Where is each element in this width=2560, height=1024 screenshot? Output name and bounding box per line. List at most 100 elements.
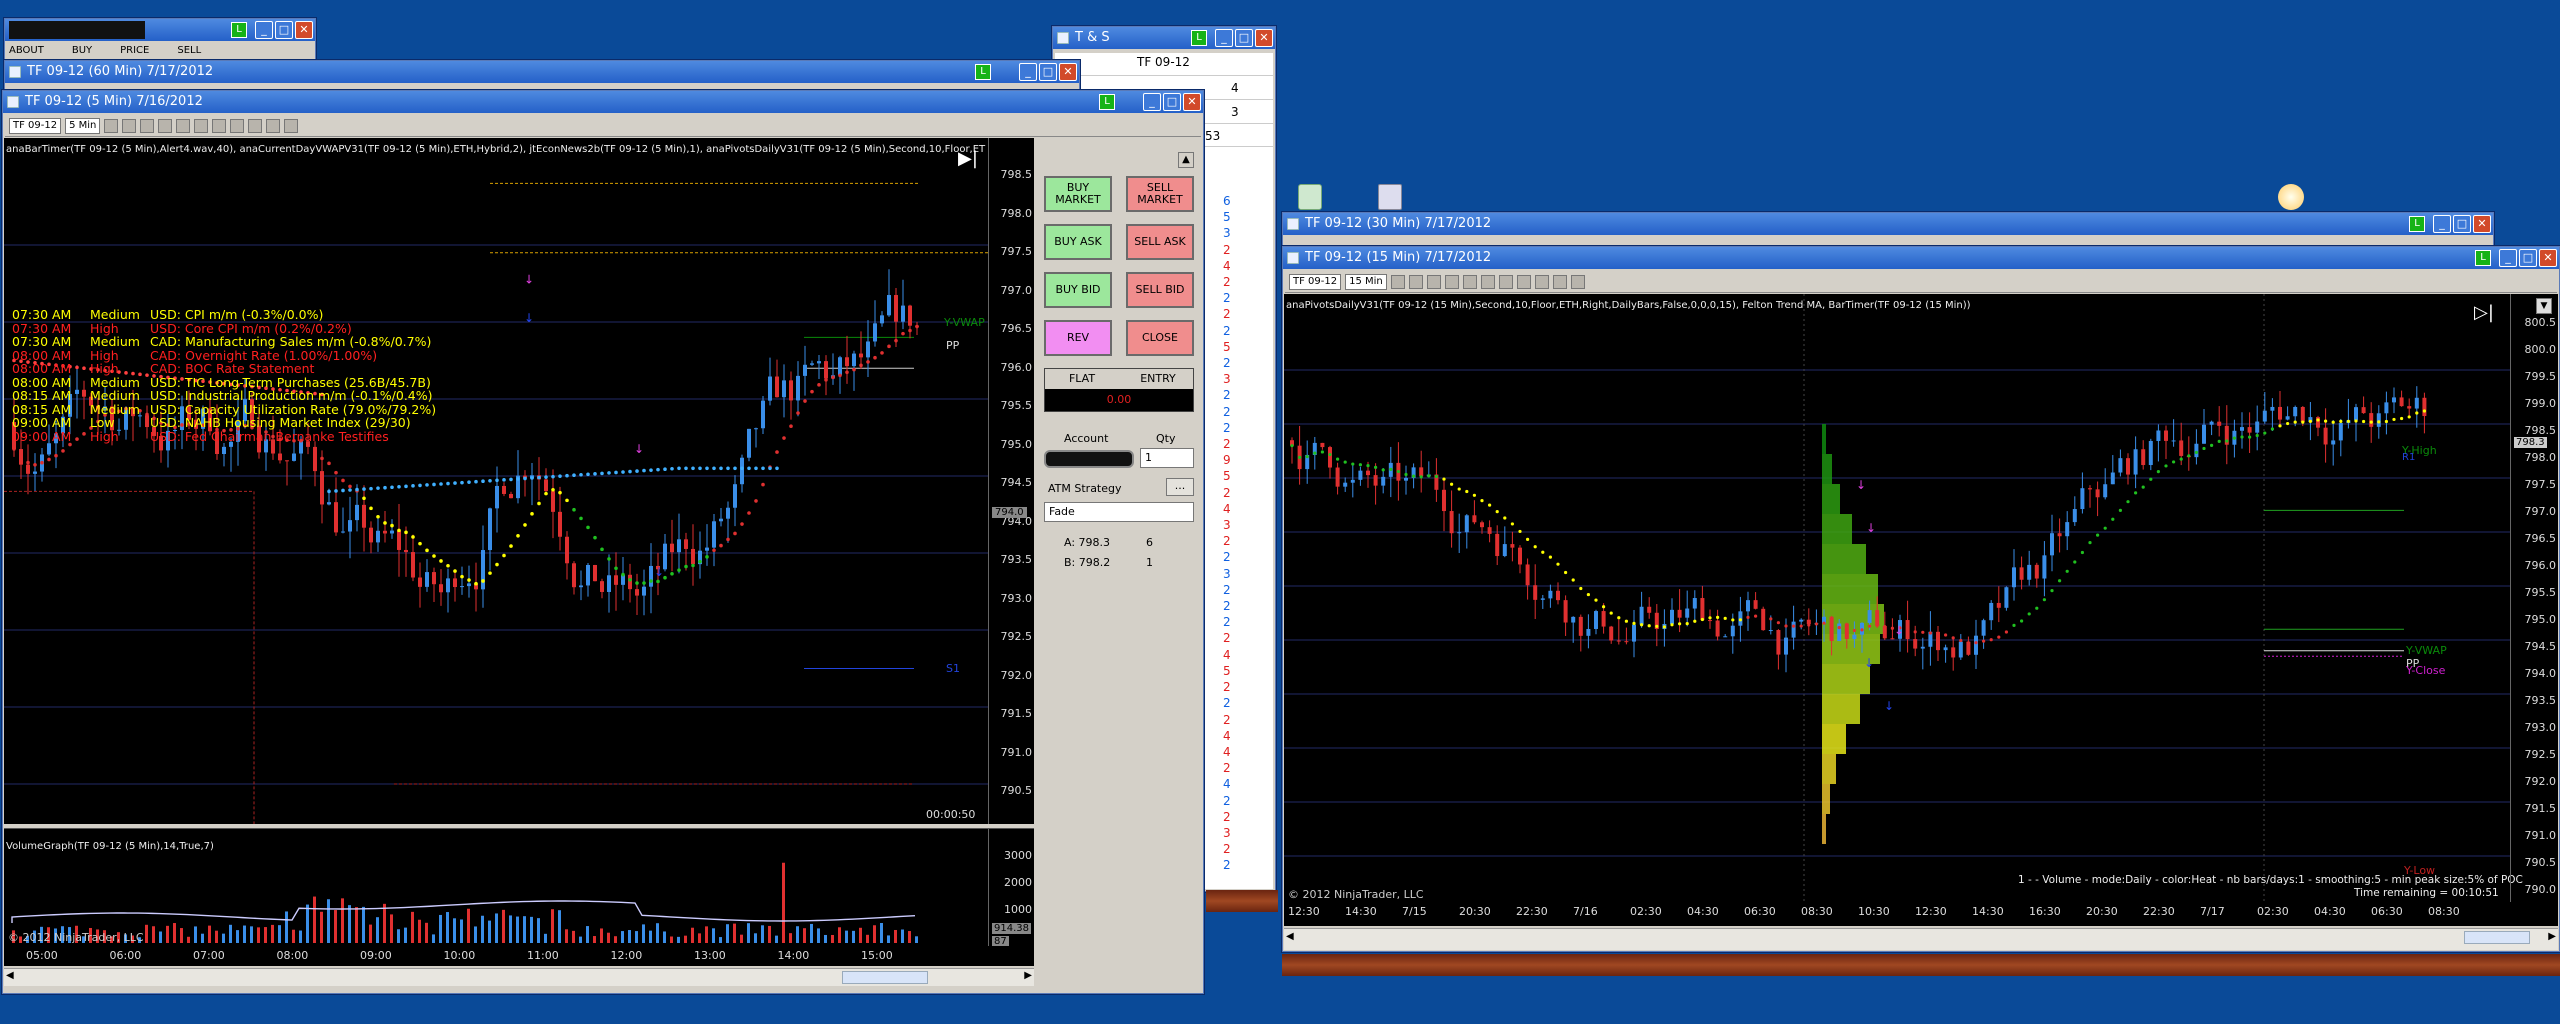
- snapshot-icon[interactable]: [284, 118, 299, 133]
- volume-panel[interactable]: VolumeGraph(TF 09-12 (5 Min),14,True,7) …: [4, 828, 1034, 946]
- atm-strategy-select[interactable]: Fade: [1044, 502, 1194, 522]
- qty-input[interactable]: 1: [1140, 448, 1194, 468]
- snapshot-icon[interactable]: [1570, 274, 1585, 289]
- close-button[interactable]: ✕: [1059, 63, 1077, 81]
- ts-size: 4: [1223, 744, 1231, 759]
- link-button[interactable]: L: [231, 22, 247, 38]
- link-button[interactable]: L: [1099, 94, 1115, 110]
- instrument-select[interactable]: TF 09-12: [1289, 273, 1342, 290]
- trend-ma-dot: [1974, 641, 1978, 645]
- win60-titlebar[interactable]: TF 09-12 (60 Min) 7/17/2012 L _ □ ✕: [5, 61, 1079, 83]
- trend-ma-dot: [460, 574, 464, 579]
- close-button[interactable]: ✕: [2539, 249, 2557, 267]
- drawing-tool-icon[interactable]: [140, 118, 155, 133]
- buy-ask-button[interactable]: BUY ASK: [1044, 224, 1112, 260]
- minimize-button[interactable]: _: [1019, 63, 1037, 81]
- price-chart-5min[interactable]: anaBarTimer(TF 09-12 (5 Min),Alert4.wav,…: [4, 138, 1034, 824]
- trend-ma-dot: [712, 548, 716, 553]
- scroll-right-arrow[interactable]: ▶: [2548, 931, 2556, 942]
- minimize-button[interactable]: _: [1143, 93, 1161, 111]
- volume-bar: [250, 926, 253, 943]
- zoom-icon[interactable]: [176, 118, 191, 133]
- maximize-button[interactable]: □: [1163, 93, 1181, 111]
- zoom-icon[interactable]: [1462, 274, 1477, 289]
- bar-type-icon[interactable]: [1390, 274, 1405, 289]
- trend-ma-dot: [908, 328, 912, 333]
- atm-config-button[interactable]: ...: [1166, 478, 1194, 496]
- properties-icon[interactable]: [194, 118, 209, 133]
- win30-titlebar[interactable]: TF 09-12 (30 Min) 7/17/2012 L _ □ ✕: [1283, 213, 2493, 235]
- close-button[interactable]: ✕: [1255, 29, 1273, 47]
- trend-ma-dot: [1928, 631, 1932, 635]
- win15-titlebar[interactable]: TF 09-12 (15 Min) 7/17/2012 L _ □ ✕: [1283, 247, 2559, 269]
- trend-ma-dot: [656, 579, 660, 584]
- price-chart-15min[interactable]: anaPivotsDailyV31(TF 09-12 (15 Min),Seco…: [1284, 294, 2558, 902]
- interval-select[interactable]: 15 Min: [1345, 273, 1387, 290]
- ts-titlebar[interactable]: T & S L _ □ ✕: [1053, 27, 1275, 49]
- order-entry-icon[interactable]: [266, 118, 281, 133]
- indicators-icon[interactable]: [1498, 274, 1513, 289]
- minimize-button[interactable]: _: [2499, 249, 2517, 267]
- close-button[interactable]: ✕: [2473, 215, 2491, 233]
- desktop-icon-app[interactable]: [1378, 184, 1402, 210]
- drawing-tool-icon[interactable]: [1426, 274, 1441, 289]
- ask-price: A: 798.3: [1064, 536, 1111, 549]
- volume-bar: [397, 929, 400, 943]
- sell-bid-button[interactable]: SELL BID: [1126, 272, 1194, 308]
- horizontal-scrollbar-5min[interactable]: ◀ ▶: [4, 968, 1034, 986]
- replay-icon[interactable]: ▷|: [2474, 302, 2494, 323]
- bar-type-icon[interactable]: [104, 118, 119, 133]
- candle-body: [1578, 616, 1583, 636]
- close-button[interactable]: ✕: [295, 21, 313, 39]
- maximize-button[interactable]: □: [1235, 29, 1253, 47]
- link-button[interactable]: L: [975, 64, 991, 80]
- maximize-button[interactable]: □: [1039, 63, 1057, 81]
- win5-titlebar[interactable]: TF 09-12 (5 Min) 7/16/2012 L _ □ ✕: [3, 91, 1203, 113]
- pencil-icon[interactable]: [122, 118, 137, 133]
- desktop-icon-recycle[interactable]: [1298, 184, 1322, 210]
- data-box-icon[interactable]: [1534, 274, 1549, 289]
- scroll-right-arrow[interactable]: ▶: [1024, 970, 1032, 981]
- instrument-select[interactable]: TF 09-12: [9, 117, 62, 134]
- background-window[interactable]: L _ □ ✕ ABOUT BUY PRICE SELL: [4, 18, 316, 64]
- properties-icon[interactable]: [1480, 274, 1495, 289]
- minimize-button[interactable]: _: [1215, 29, 1233, 47]
- strategies-icon[interactable]: [230, 118, 245, 133]
- order-entry-icon[interactable]: [1552, 274, 1567, 289]
- background-window-titlebar[interactable]: L _ □ ✕: [5, 19, 315, 41]
- link-button[interactable]: L: [2409, 216, 2425, 232]
- scroll-thumb[interactable]: [2464, 931, 2530, 944]
- link-button[interactable]: L: [2475, 250, 2491, 266]
- scroll-left-arrow[interactable]: ◀: [1286, 931, 1294, 942]
- scroll-thumb[interactable]: [842, 971, 928, 984]
- cursor-icon[interactable]: [1444, 274, 1459, 289]
- maximize-button[interactable]: □: [2519, 249, 2537, 267]
- trend-ma-dot: [2400, 416, 2404, 421]
- sell-ask-button[interactable]: SELL ASK: [1126, 224, 1194, 260]
- cursor-icon[interactable]: [158, 118, 173, 133]
- buy-bid-button[interactable]: BUY BID: [1044, 272, 1112, 308]
- strategies-icon[interactable]: [1516, 274, 1531, 289]
- account-select[interactable]: [1044, 450, 1134, 468]
- buy-market-button[interactable]: BUY MARKET: [1044, 176, 1112, 212]
- maximize-button[interactable]: □: [275, 21, 293, 39]
- interval-select[interactable]: 5 Min: [65, 117, 101, 134]
- replay-icon[interactable]: ▶|: [958, 148, 978, 169]
- pencil-icon[interactable]: [1408, 274, 1423, 289]
- collapse-button[interactable]: ▲: [1178, 152, 1194, 168]
- link-button[interactable]: L: [1191, 30, 1207, 46]
- horizontal-scrollbar-15min[interactable]: ◀ ▶: [1284, 928, 2558, 950]
- scroll-left-arrow[interactable]: ◀: [6, 970, 14, 981]
- minimize-button[interactable]: _: [2433, 215, 2451, 233]
- sell-market-button[interactable]: SELL MARKET: [1126, 176, 1194, 212]
- close-button[interactable]: ✕: [1183, 93, 1201, 111]
- reverse-button[interactable]: REV: [1044, 320, 1112, 356]
- desktop-icon-lightbulb[interactable]: [2278, 184, 2304, 210]
- indicators-icon[interactable]: [212, 118, 227, 133]
- candle-body: [1958, 641, 1963, 658]
- minimize-button[interactable]: _: [255, 21, 273, 39]
- close-position-button[interactable]: CLOSE: [1126, 320, 1194, 356]
- maximize-button[interactable]: □: [2453, 215, 2471, 233]
- trend-ma-dot: [12, 447, 16, 451]
- data-box-icon[interactable]: [248, 118, 263, 133]
